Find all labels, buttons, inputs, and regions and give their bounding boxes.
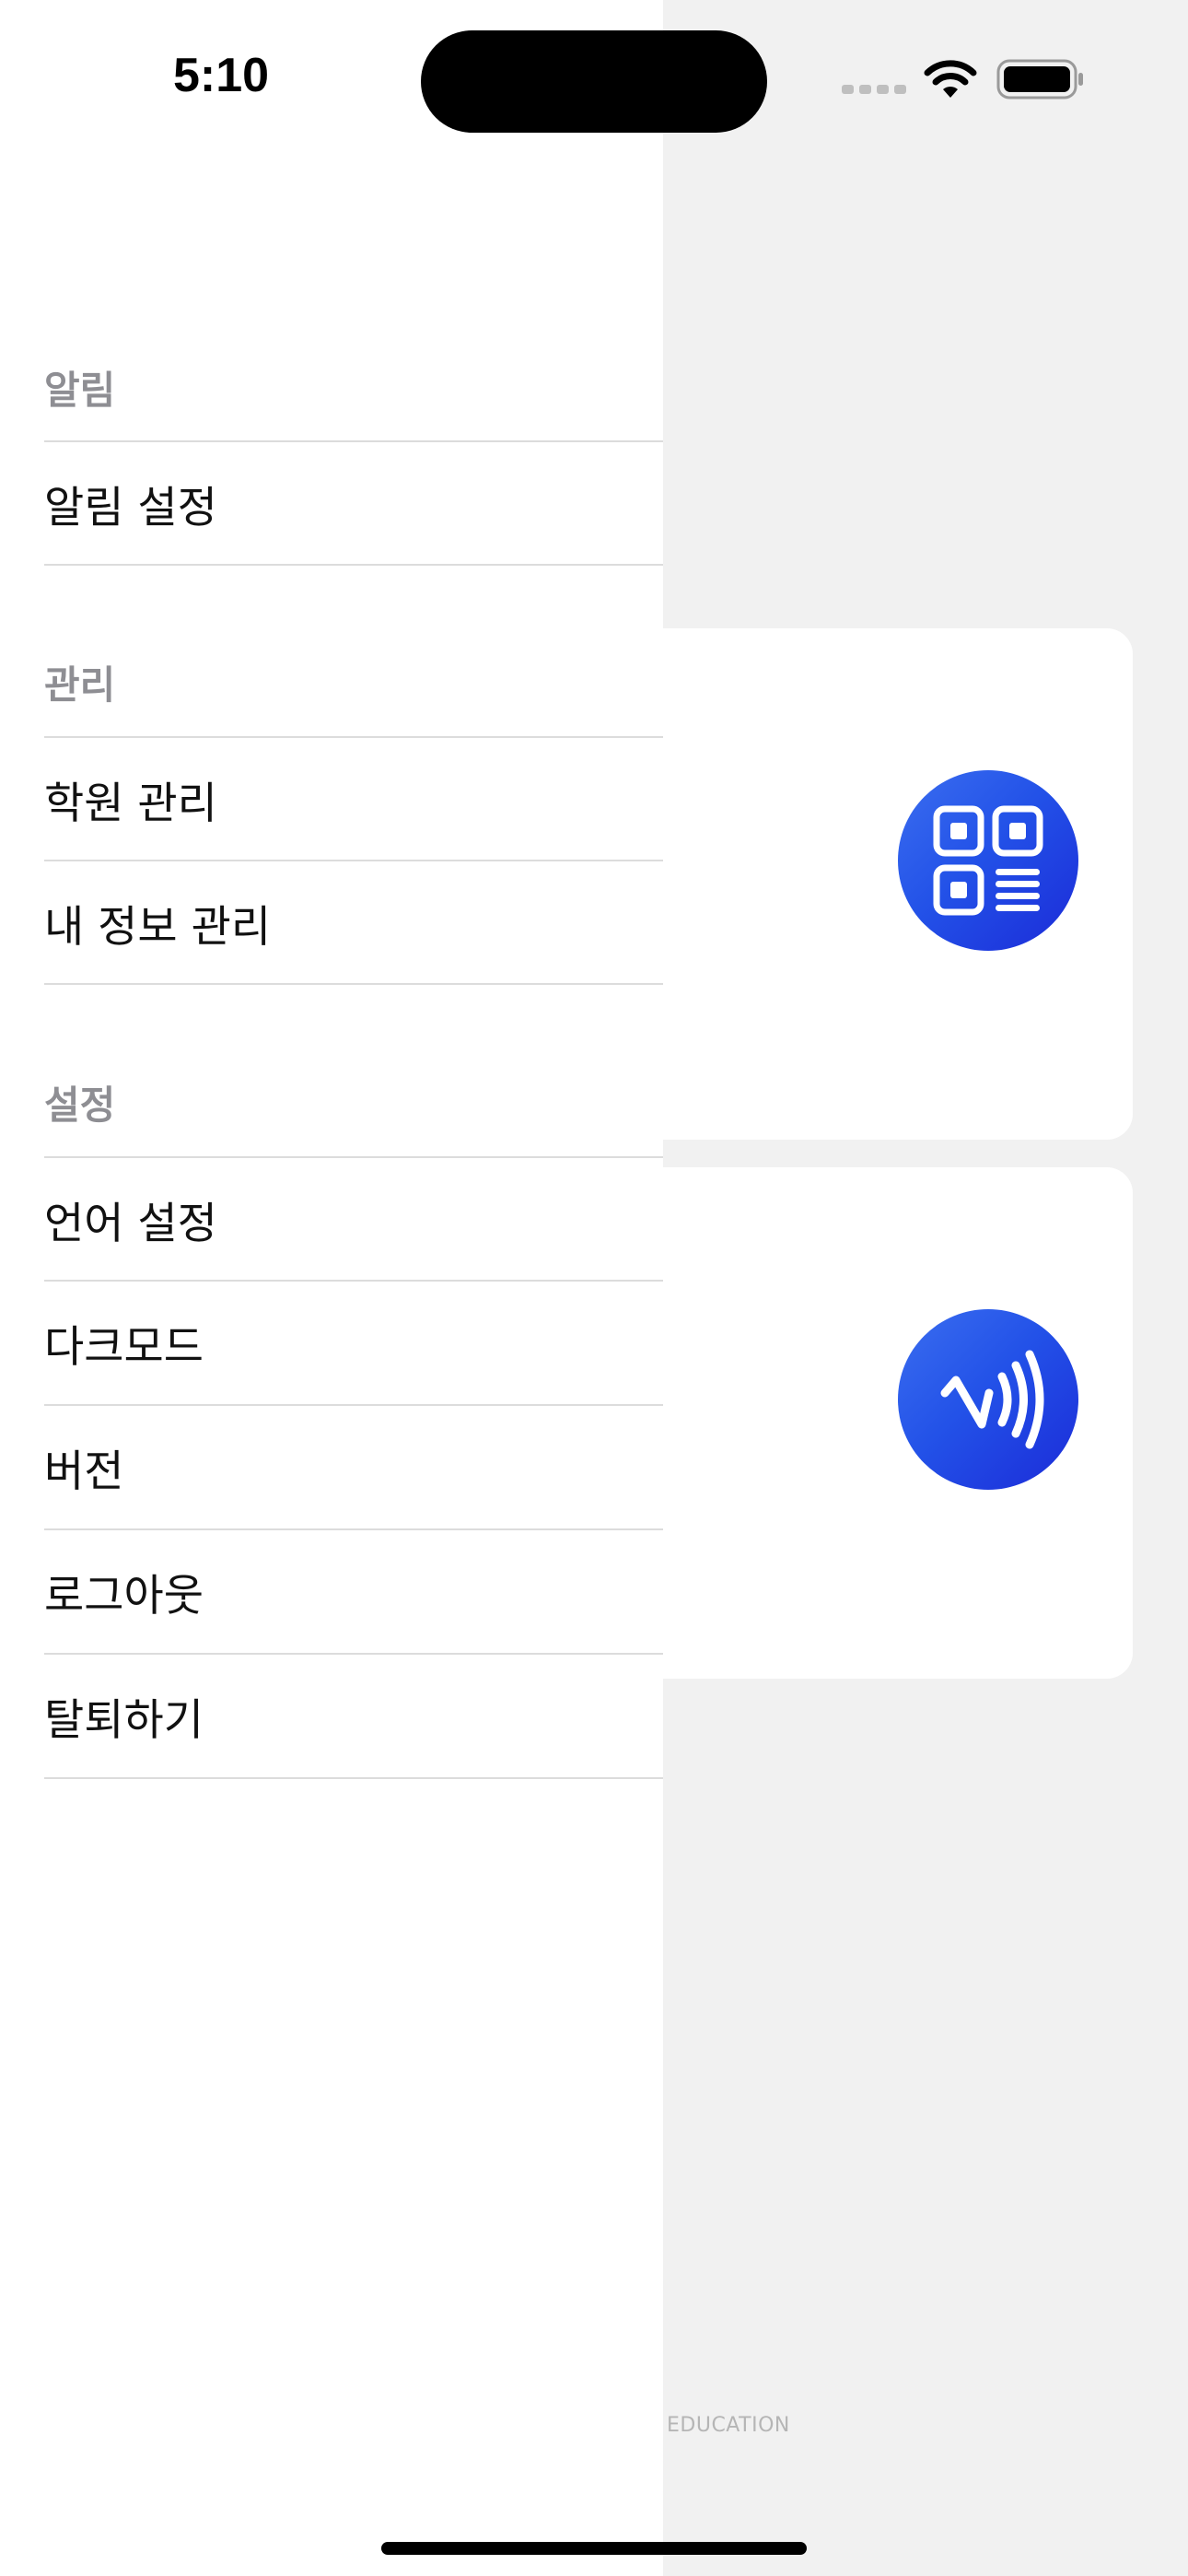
footer-brand: EDUCATION bbox=[667, 2414, 790, 2437]
menu-item-my-info-management[interactable]: 내 정보 관리 bbox=[44, 860, 663, 983]
divider bbox=[44, 983, 663, 985]
divider bbox=[44, 1777, 663, 1779]
menu-item-dark-mode[interactable]: 다크모드 bbox=[44, 1280, 663, 1403]
menu-item-version[interactable]: 버전 bbox=[44, 1404, 663, 1528]
menu-item-notification-settings[interactable]: 알림 설정 bbox=[44, 440, 663, 564]
status-time: 5:10 bbox=[173, 49, 270, 102]
battery-icon bbox=[996, 59, 1083, 100]
nfc-icon bbox=[898, 1309, 1078, 1490]
status-icons bbox=[842, 55, 1090, 101]
dynamic-island bbox=[421, 30, 767, 133]
wifi-icon bbox=[924, 60, 977, 98]
section-header-settings: 설정 bbox=[44, 1083, 116, 1128]
cellular-signal-icon bbox=[842, 85, 906, 94]
home-indicator[interactable] bbox=[381, 2542, 807, 2555]
divider bbox=[44, 564, 663, 566]
side-drawer: 알림 알림 설정 관리 학원 관리 내 정보 관리 설정 언어 설정 다크모드 … bbox=[0, 0, 663, 2576]
menu-item-withdraw[interactable]: 탈퇴하기 bbox=[44, 1653, 663, 1776]
menu-item-academy-management[interactable]: 학원 관리 bbox=[44, 736, 663, 860]
section-header-notifications: 알림 bbox=[44, 368, 116, 413]
menu-item-language-settings[interactable]: 언어 설정 bbox=[44, 1156, 663, 1280]
menu-item-logout[interactable]: 로그아웃 bbox=[44, 1528, 663, 1652]
section-header-management: 관리 bbox=[44, 662, 116, 708]
qr-code-icon bbox=[898, 770, 1078, 951]
